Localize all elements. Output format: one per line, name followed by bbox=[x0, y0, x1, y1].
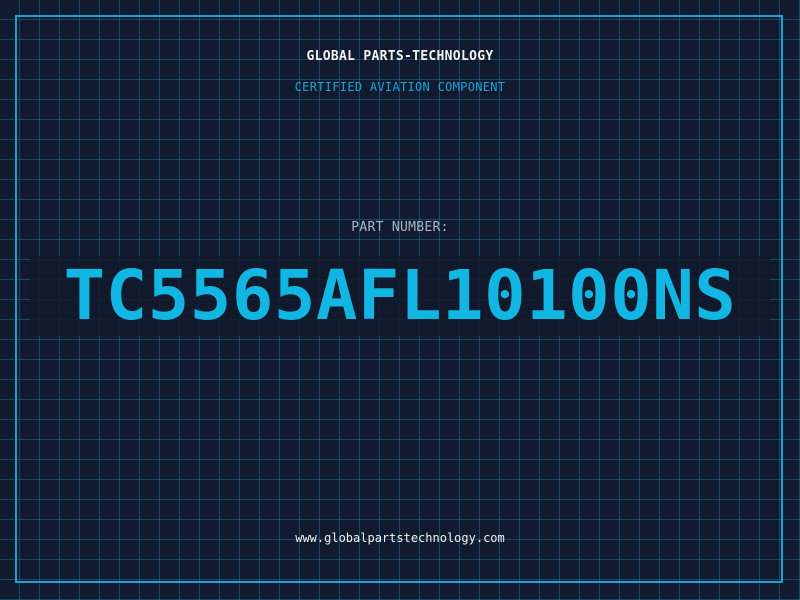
part-number-value: TC5565AFL10100NS bbox=[30, 256, 770, 336]
brand-subtitle: CERTIFIED AVIATION COMPONENT bbox=[294, 80, 506, 94]
product-label-canvas: GLOBAL PARTS-TECHNOLOGY CERTIFIED AVIATI… bbox=[0, 0, 800, 600]
part-number-label: PART NUMBER: bbox=[351, 220, 449, 235]
website-link[interactable]: www.globalpartstechnology.com bbox=[0, 531, 800, 545]
brand-title: GLOBAL PARTS-TECHNOLOGY bbox=[306, 49, 494, 64]
